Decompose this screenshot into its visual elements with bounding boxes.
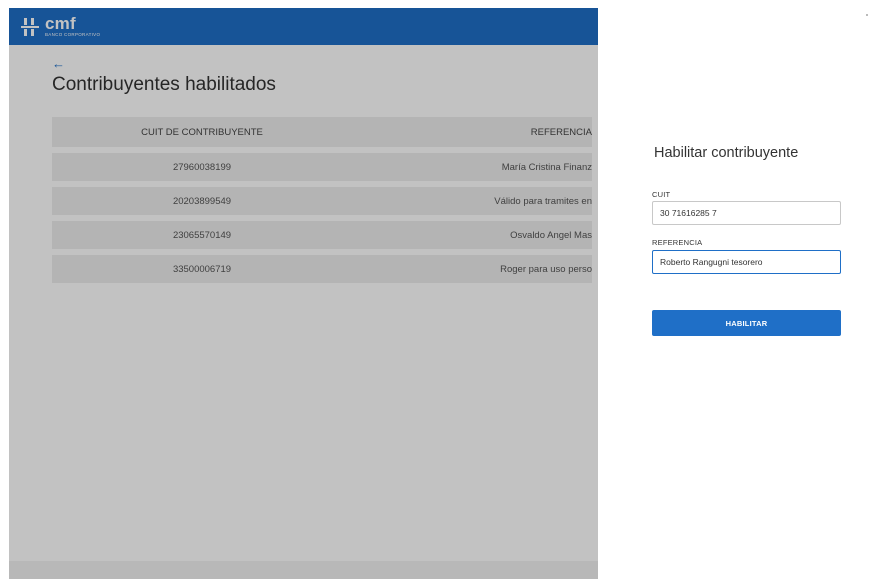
cuit-input[interactable]: 30 71616285 7	[652, 201, 841, 225]
drawer-title: Habilitar contribuyente	[654, 145, 799, 161]
referencia-input[interactable]: Roberto Rangugni tesorero	[652, 250, 841, 274]
cuit-label: CUIT	[652, 190, 671, 199]
modal-backdrop[interactable]	[9, 8, 598, 579]
habilitar-button[interactable]: HABILITAR	[652, 310, 841, 336]
enable-contributor-drawer: Habilitar contribuyente CUIT 30 71616285…	[598, 0, 870, 579]
referencia-label: REFERENCIA	[652, 238, 703, 247]
edge-marker	[866, 14, 868, 16]
